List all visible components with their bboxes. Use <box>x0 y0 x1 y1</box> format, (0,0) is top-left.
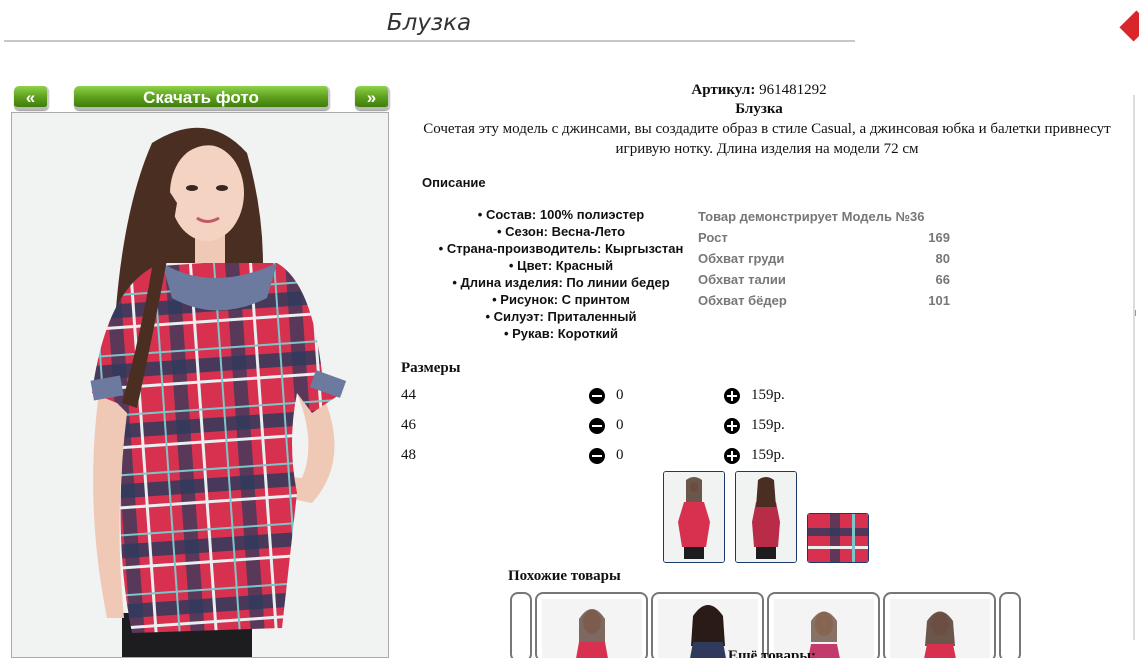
product-info: Артикул: 961481292 Блузка Сочетая эту мо… <box>393 82 1139 159</box>
model-row-value: 101 <box>928 293 950 308</box>
model-heading-text: Товар демонстрирует Модель №36 <box>698 209 925 224</box>
model-row-value: 80 <box>935 251 950 266</box>
model-row: Обхват талии 66 <box>698 271 950 292</box>
price-value: 159р. <box>751 387 785 403</box>
size-value: 46 <box>401 417 416 433</box>
scrollbar-track[interactable] <box>1133 95 1135 640</box>
size-row: 48 0 159р. <box>401 447 801 467</box>
similar-next-arrow[interactable] <box>999 592 1021 658</box>
similar-prev-arrow[interactable] <box>510 592 532 658</box>
attribute-item: Страна-производитель: Кыргызстан <box>426 240 696 257</box>
model-heading: Товар демонстрирует Модель №36 <box>698 208 950 229</box>
description-heading: Описание <box>422 175 486 190</box>
corner-logo-icon[interactable] <box>1119 10 1139 42</box>
article-label: Артикул: <box>691 82 756 98</box>
model-row-value: 169 <box>928 230 950 245</box>
model-measurements: Товар демонстрирует Модель №36 Рост 169 … <box>698 208 950 313</box>
quantity-value: 0 <box>616 417 624 433</box>
download-photo-button[interactable]: Скачать фото <box>74 86 330 110</box>
main-product-photo[interactable] <box>11 112 389 658</box>
attribute-list: Состав: 100% полиэстер Сезон: Весна-Лето… <box>426 206 696 342</box>
model-row: Обхват бёдер 101 <box>698 292 950 313</box>
model-row: Рост 169 <box>698 229 950 250</box>
model-row-label: Обхват груди <box>698 251 785 266</box>
model-row: Обхват груди 80 <box>698 250 950 271</box>
attribute-item: Сезон: Весна-Лето <box>426 223 696 240</box>
plus-circle-icon[interactable] <box>724 388 740 404</box>
page-title: Блузка <box>386 10 472 36</box>
similar-products-heading: Похожие товары <box>508 568 621 584</box>
size-row: 46 0 159р. <box>401 417 801 437</box>
attribute-item: Рисунок: С принтом <box>426 291 696 308</box>
photo-thumbnail-front[interactable] <box>663 471 725 563</box>
quantity-value: 0 <box>616 447 624 463</box>
article-value: 961481292 <box>759 82 827 98</box>
scrollbar-grip[interactable] <box>1135 310 1139 316</box>
price-value: 159р. <box>751 417 785 433</box>
attribute-item: Длина изделия: По линии бедер <box>426 274 696 291</box>
size-value: 44 <box>401 387 416 403</box>
minus-circle-icon[interactable] <box>589 448 605 464</box>
minus-circle-icon[interactable] <box>589 418 605 434</box>
photo-thumbnail-back[interactable] <box>735 471 797 563</box>
model-row-label: Рост <box>698 230 728 245</box>
model-row-value: 66 <box>935 272 950 287</box>
quantity-value: 0 <box>616 387 624 403</box>
size-row: 44 0 159р. <box>401 387 801 407</box>
photo-thumbnail-fabric[interactable] <box>807 513 869 563</box>
product-description: Сочетая эту модель с джинсами, вы создад… <box>423 121 1111 157</box>
product-name: Блузка <box>735 101 783 117</box>
attribute-item: Цвет: Красный <box>426 257 696 274</box>
attribute-item: Состав: 100% полиэстер <box>426 206 696 223</box>
prev-photo-button[interactable]: « <box>14 86 49 110</box>
title-divider <box>4 40 855 42</box>
article-line: Артикул: 961481292 <box>379 82 1139 99</box>
attribute-item: Силуэт: Приталенный <box>426 308 696 325</box>
plus-circle-icon[interactable] <box>724 448 740 464</box>
price-value: 159р. <box>751 447 785 463</box>
more-products-heading: Ещё товары: <box>728 648 817 658</box>
minus-circle-icon[interactable] <box>589 388 605 404</box>
similar-product-card[interactable] <box>535 592 648 658</box>
size-value: 48 <box>401 447 416 463</box>
model-row-label: Обхват бёдер <box>698 293 787 308</box>
attribute-item: Рукав: Короткий <box>426 325 696 342</box>
model-row-label: Обхват талии <box>698 272 786 287</box>
sizes-heading: Размеры <box>401 360 461 376</box>
similar-product-card[interactable] <box>883 592 996 658</box>
plus-circle-icon[interactable] <box>724 418 740 434</box>
